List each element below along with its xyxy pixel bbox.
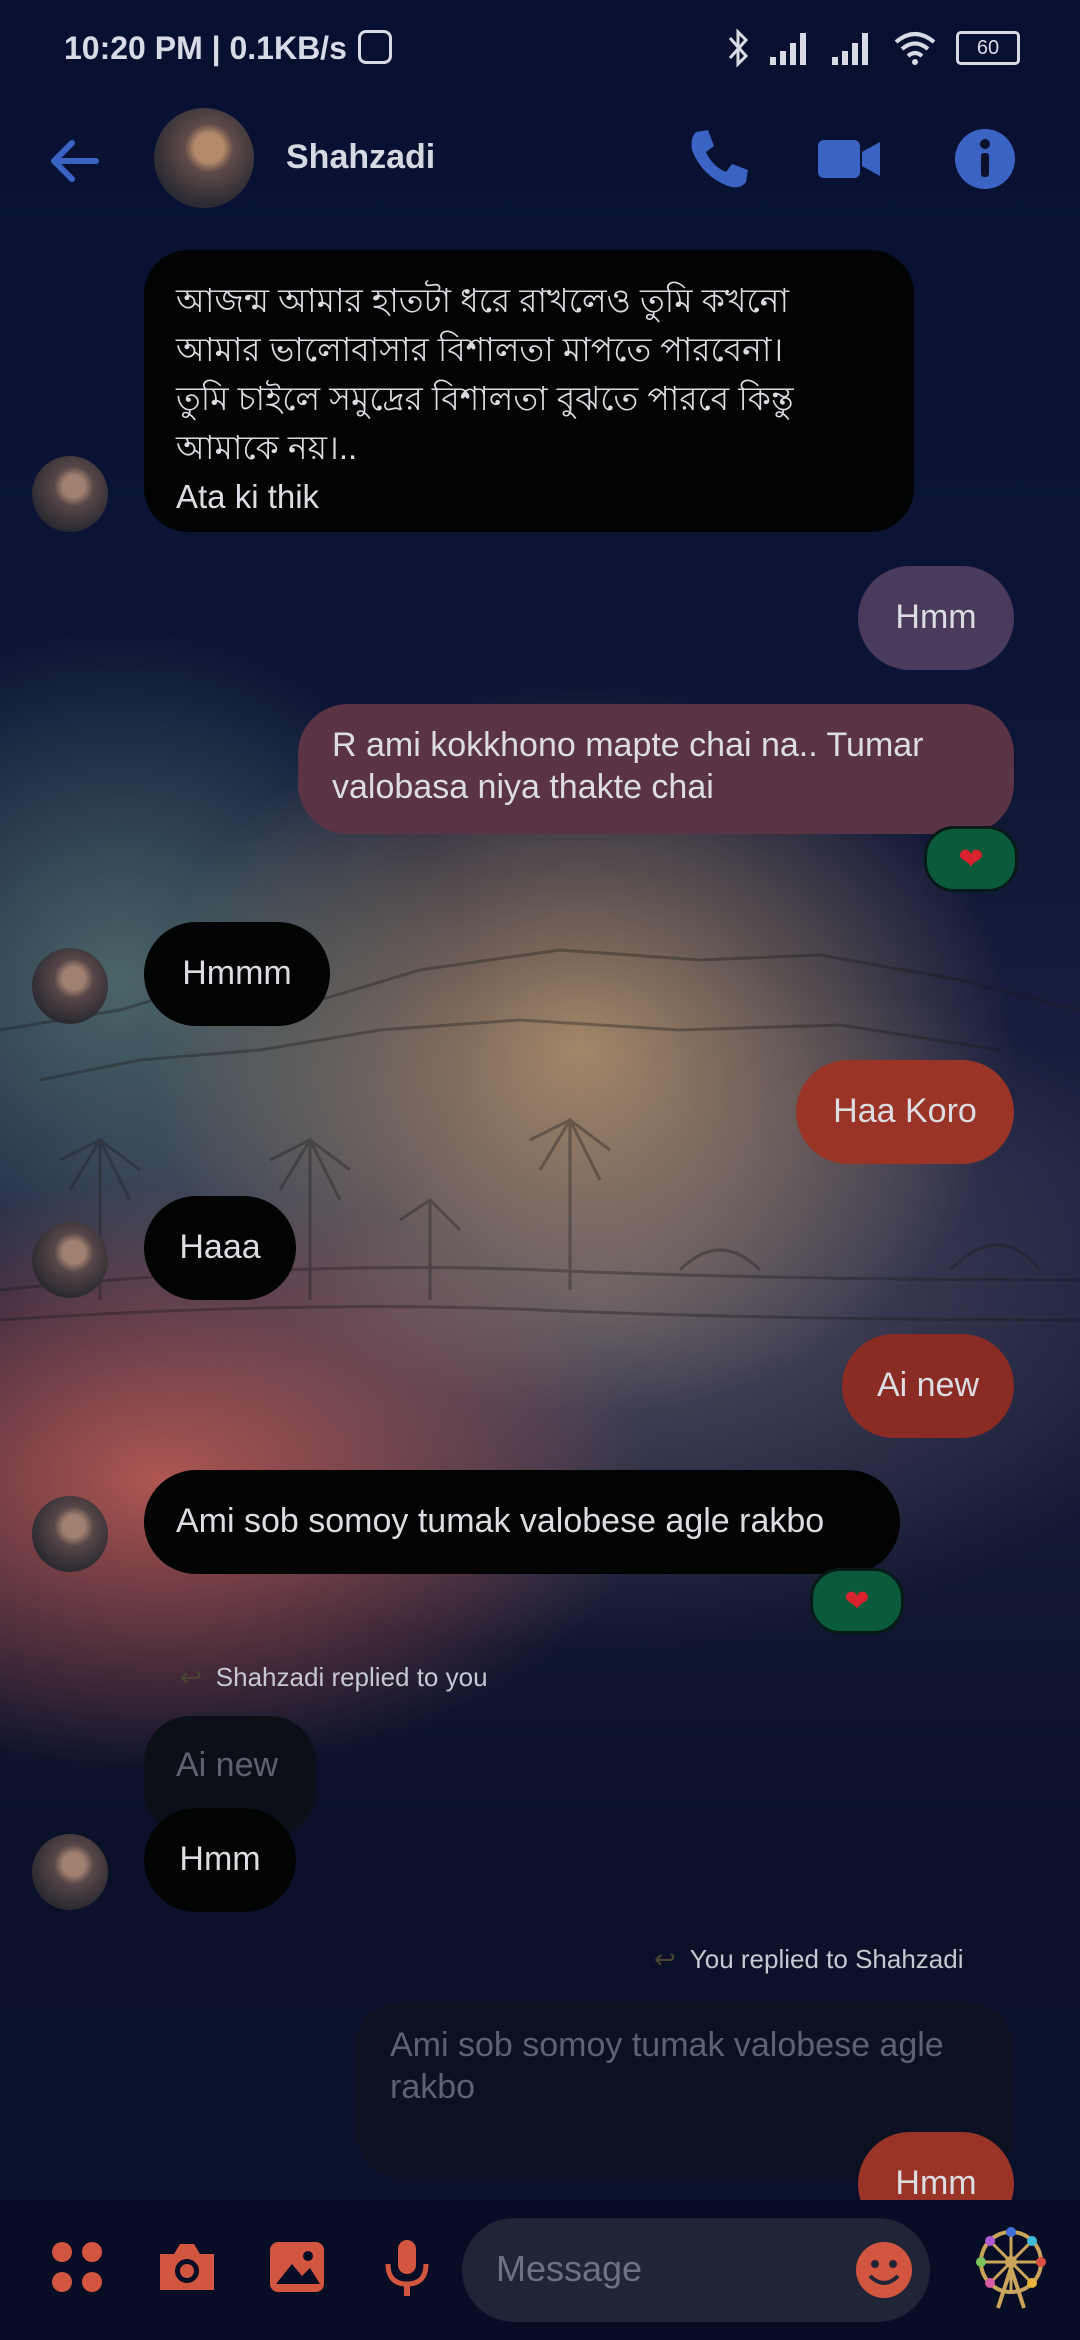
messenger-chat-screen: 10:20 PM | 0.1KB/s 60 Shahzadi আজন্ম আমা… [0,0,1080,2340]
incoming-message-bubble[interactable]: Hmm [144,1808,296,1912]
contact-avatar[interactable] [154,108,254,208]
reply-label-text: You replied to Shahzadi [689,1944,964,1974]
reply-arrow-icon: ↩ [654,1944,676,1974]
message-text: Hmm [895,598,977,636]
heart-icon: ❤ [844,1584,870,1618]
signal-icon-2 [832,33,868,65]
incoming-message-bubble[interactable]: Haaa [144,1196,296,1300]
reply-arrow-icon: ↩ [180,1662,202,1692]
outgoing-message-bubble[interactable]: Ai new [842,1334,1014,1438]
message-line: Ata ki thik [176,478,320,515]
message-line: আমাকে নয়।.. [176,429,358,466]
gallery-icon[interactable] [264,2234,330,2300]
message-line: আমার ভালোবাসার বিশালতা মাপতে পারবেনা। [176,331,784,368]
bluetooth-icon [728,28,749,68]
wifi-icon [894,32,936,65]
reply-indicator: ↩ You replied to Shahzadi [654,1944,964,1975]
message-text: Hmm [895,2164,977,2202]
outgoing-message-bubble[interactable]: Haa Koro [796,1060,1014,1164]
message-text: Hmmm [182,954,292,992]
message-text: R ami kokkhono mapte chai na.. Tumar val… [332,726,924,806]
reply-label-text: Shahzadi replied to you [215,1662,488,1692]
contact-avatar-small[interactable] [32,948,108,1024]
message-text: Haa Koro [833,1092,977,1130]
contact-avatar-small[interactable] [32,1496,108,1572]
message-text: Haaa [179,1228,261,1266]
heart-reaction[interactable]: ❤ [810,1568,904,1634]
status-time: 10:20 PM | 0.1KB/s [64,30,347,66]
camera-icon[interactable] [154,2234,220,2300]
status-icons: 60 [726,28,1020,68]
messenger-notification-icon [358,30,392,64]
apps-grid-icon[interactable] [44,2234,110,2300]
back-arrow-icon[interactable] [44,128,110,194]
message-text: Hmm [179,1840,261,1878]
signal-icon-1 [770,33,806,65]
message-line: তুমি চাইলে সমুদ্রের বিশালতা বুঝতে পারবে … [176,380,794,417]
message-text: Ami sob somoy tumak valobese agle rakbo [176,1502,825,1540]
outgoing-message-bubble[interactable]: R ami kokkhono mapte chai na.. Tumar val… [298,704,1014,834]
quoted-text: Ai new [176,1746,279,1784]
message-input[interactable]: Message [462,2218,930,2322]
message-text: Ai new [876,1366,980,1404]
ferris-wheel-sticker-icon[interactable] [968,2224,1054,2310]
video-call-icon[interactable] [812,122,886,196]
incoming-message-bubble[interactable]: আজন্ম আমার হাতটা ধরে রাখলেও তুমি কখনো আম… [144,250,914,532]
message-placeholder: Message [496,2248,643,2289]
message-composer: Message [0,2200,1080,2340]
contact-avatar-small[interactable] [32,1834,108,1910]
contact-avatar-small[interactable] [32,456,108,532]
battery-indicator: 60 [956,31,1020,65]
incoming-message-bubble[interactable]: Hmmm [144,922,330,1026]
reply-indicator: ↩ Shahzadi replied to you [180,1662,488,1693]
chat-header: Shahzadi [0,100,1080,230]
microphone-icon[interactable] [374,2234,440,2300]
info-icon[interactable] [948,122,1022,196]
heart-icon: ❤ [958,842,984,876]
outgoing-message-bubble[interactable]: Hmm [858,566,1014,670]
status-bar: 10:20 PM | 0.1KB/s 60 [0,0,1080,100]
phone-call-icon[interactable] [682,122,756,196]
message-line: আজন্ম আমার হাতটা ধরে রাখলেও তুমি কখনো [176,282,790,319]
contact-avatar-small[interactable] [32,1222,108,1298]
contact-name[interactable]: Shahzadi [286,138,435,177]
incoming-message-bubble[interactable]: Ami sob somoy tumak valobese agle rakbo [144,1470,900,1574]
heart-reaction[interactable]: ❤ [924,826,1018,892]
quoted-text: Ami sob somoy tumak valobese agle rakbo [390,2026,944,2106]
emoji-icon[interactable] [854,2240,914,2300]
